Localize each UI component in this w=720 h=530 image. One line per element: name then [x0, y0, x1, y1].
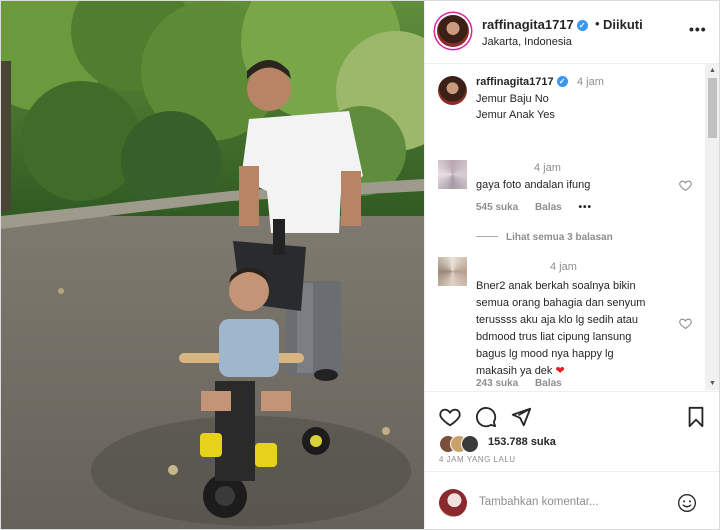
post-location[interactable]: Jakarta, Indonesia: [482, 36, 572, 48]
comment-text: gaya foto andalan ifung: [476, 179, 591, 191]
likes-count[interactable]: 153.788 suka: [488, 436, 556, 448]
comment-meta: 243 suka Balas: [476, 378, 576, 389]
post-side-panel: raffinagita1717 ✓ • Diikuti Jakarta, Indo…: [424, 1, 719, 529]
add-comment-input[interactable]: Tambahkan komentar...: [479, 496, 599, 508]
post-header: raffinagita1717 ✓ • Diikuti Jakarta, Indo…: [425, 1, 719, 64]
comment-avatar[interactable]: [438, 160, 467, 189]
comment-time: 4 jam: [550, 261, 577, 273]
caption-time: 4 jam: [577, 76, 604, 88]
replies-line: [476, 236, 498, 237]
red-heart-emoji: ❤: [555, 365, 565, 377]
comment-line: makasih ya dek: [476, 365, 553, 377]
comment-time: 4 jam: [534, 162, 561, 174]
caption-username[interactable]: raffinagita1717 ✓: [476, 76, 568, 88]
caption-line: Jemur Baju No: [476, 93, 549, 105]
comment-like-heart-icon[interactable]: [679, 317, 692, 330]
comment-meta: 545 suka Balas •••: [476, 202, 606, 213]
caption-username-text[interactable]: raffinagita1717: [476, 76, 554, 88]
view-replies-link[interactable]: Lihat semua 3 balasan: [476, 232, 613, 243]
comments-list[interactable]: raffinagita1717 ✓ 4 jam Jemur Baju No Jem…: [425, 64, 705, 390]
reply-button[interactable]: Balas: [535, 378, 562, 389]
scrollbar-thumb[interactable]: [708, 78, 717, 138]
post-photo-illustration: [1, 1, 424, 529]
share-icon[interactable]: [510, 406, 532, 428]
bookmark-icon[interactable]: [685, 406, 707, 428]
post-timestamp[interactable]: 4 JAM YANG LALU: [439, 455, 516, 464]
post-actions: 153.788 suka 4 JAM YANG LALU: [425, 391, 719, 472]
more-options-icon[interactable]: •••: [689, 21, 707, 37]
comment-like-heart-icon[interactable]: [679, 179, 692, 192]
author-username-text[interactable]: raffinagita1717: [482, 17, 574, 32]
comment-likes[interactable]: 243 suka: [476, 378, 518, 389]
view-replies-text[interactable]: Lihat semua 3 balasan: [506, 232, 613, 243]
comment-icon[interactable]: [475, 406, 497, 428]
heart-icon[interactable]: [439, 406, 461, 428]
author-username[interactable]: raffinagita1717 ✓: [482, 17, 588, 32]
comments-scrollbar[interactable]: ▲ ▼: [705, 64, 719, 390]
comment-likes[interactable]: 545 suka: [476, 202, 518, 213]
add-comment-bar: Tambahkan komentar...: [425, 471, 719, 529]
instagram-post-window: raffinagita1717 ✓ • Diikuti Jakarta, Indo…: [0, 0, 720, 530]
comment-more-icon[interactable]: •••: [579, 202, 593, 213]
reply-button[interactable]: Balas: [535, 202, 562, 213]
comment-line: Bner2 anak berkah soalnya bikin: [476, 280, 636, 292]
scroll-down-arrow-icon[interactable]: ▼: [709, 380, 716, 387]
comment-line: bagus lg mood nya happy lg: [476, 348, 614, 360]
comment-line: semua orang bahagia dan senyum: [476, 297, 646, 309]
current-user-avatar: [439, 489, 467, 517]
author-avatar[interactable]: [437, 15, 469, 47]
comment-line: terussss aku aja klo lg sedih atau: [476, 314, 639, 326]
comment-avatar[interactable]: [438, 257, 467, 286]
post-photo[interactable]: [1, 1, 424, 529]
comment-line: bdmood trus liat cipung lansung: [476, 331, 632, 343]
following-button[interactable]: Diikuti: [603, 17, 643, 32]
caption-line: Jemur Anak Yes: [476, 109, 555, 121]
liker-avatar[interactable]: [461, 435, 479, 453]
verified-badge-icon: ✓: [556, 76, 568, 87]
emoji-smiley-icon[interactable]: [677, 493, 697, 513]
follow-separator: •: [595, 16, 600, 31]
verified-badge-icon: ✓: [576, 20, 588, 31]
caption-avatar[interactable]: [438, 76, 467, 105]
scroll-up-arrow-icon[interactable]: ▲: [709, 67, 716, 74]
